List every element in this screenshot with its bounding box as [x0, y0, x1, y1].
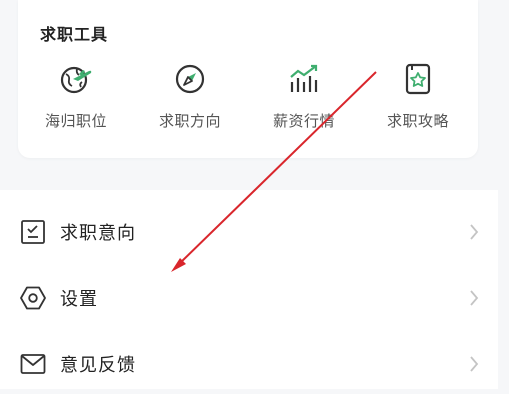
settings-menu: 求职意向 设置 意见反馈 [0, 190, 498, 389]
job-tools-card: 求职工具 海归职位 求职方向 薪资行情 求职攻略 [18, 0, 478, 158]
chevron-right-icon [470, 356, 479, 372]
menu-item-job-intention[interactable]: 求职意向 [0, 202, 498, 262]
menu-item-settings[interactable]: 设置 [0, 268, 498, 328]
mail-icon [20, 354, 46, 374]
guide-book-icon [405, 63, 431, 95]
job-tools-title: 求职工具 [40, 25, 109, 44]
tool-salary-trends[interactable]: 薪资行情 [254, 62, 354, 142]
tool-job-guide-label: 求职攻略 [386, 112, 449, 130]
compass-icon [175, 64, 205, 94]
settings-hexagon-icon [20, 286, 46, 310]
salary-chart-icon [290, 64, 318, 92]
tool-job-direction[interactable]: 求职方向 [140, 62, 240, 142]
menu-item-feedback[interactable]: 意见反馈 [0, 334, 498, 394]
chevron-right-icon [470, 224, 479, 240]
tool-salary-trends-label: 薪资行情 [272, 112, 335, 130]
menu-item-feedback-label: 意见反馈 [60, 355, 136, 376]
menu-item-job-intention-label: 求职意向 [60, 223, 136, 244]
chevron-right-icon [470, 290, 479, 306]
tool-job-guide[interactable]: 求职攻略 [368, 62, 468, 142]
menu-item-settings-label: 设置 [60, 289, 98, 310]
tool-overseas-jobs-label: 海归职位 [44, 112, 107, 130]
globe-plane-icon [60, 66, 92, 94]
tool-overseas-jobs[interactable]: 海归职位 [26, 62, 126, 142]
tool-job-direction-label: 求职方向 [158, 112, 221, 130]
checklist-icon [21, 220, 45, 244]
